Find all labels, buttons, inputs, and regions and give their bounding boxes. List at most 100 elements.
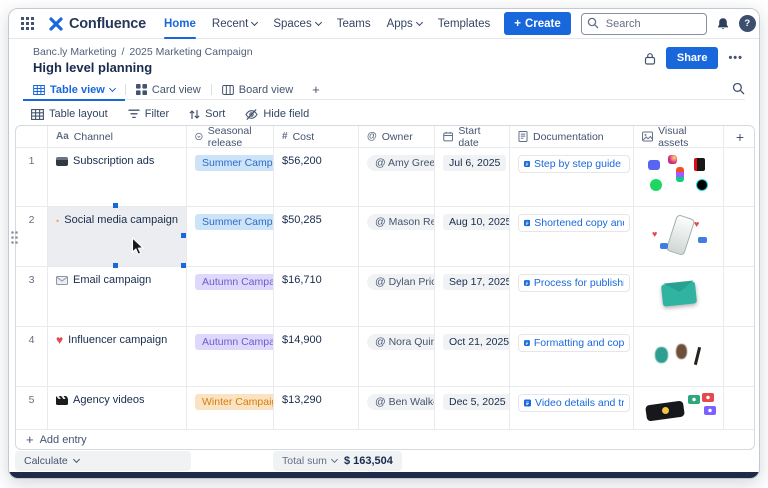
confluence-logo[interactable]: Confluence [48, 16, 146, 32]
nav-home[interactable]: Home [164, 9, 196, 39]
database-table: AaChannel Seasonal release #Cost @Owner … [15, 125, 755, 450]
cell-date[interactable]: Dec 5, 2025 [435, 387, 510, 430]
breadcrumb-space[interactable]: Banc.ly Marketing [33, 46, 116, 58]
calculate-dropdown[interactable]: Calculate [15, 451, 191, 471]
tab-table-view[interactable]: Table view [23, 80, 125, 100]
share-button[interactable]: Share [666, 47, 719, 69]
cell-release[interactable]: Autumn Campaign [187, 327, 274, 387]
nav-spaces[interactable]: Spaces [273, 9, 320, 39]
cell-date[interactable]: Jul 6, 2025 [435, 148, 510, 207]
cell-release[interactable]: Summer Campaign [187, 148, 274, 207]
chevron-down-icon [109, 84, 116, 91]
column-header-start-date[interactable]: Start date [435, 126, 510, 148]
create-button[interactable]: + Create [504, 12, 571, 35]
user-mention: @ Amy Green [367, 155, 435, 171]
user-mention: @ Mason Reed [367, 214, 435, 230]
page-header: Banc.ly Marketing / 2025 Marketing Campa… [9, 39, 759, 79]
hide-field-icon [245, 109, 258, 120]
nav-recent[interactable]: Recent [212, 9, 257, 39]
total-sum-value: $ 163,504 [344, 455, 393, 467]
cell-date[interactable]: Sep 17, 2025 [435, 267, 510, 327]
cell-cost[interactable]: $16,710 [274, 267, 359, 327]
cell-owner[interactable]: @ Nora Quinn [359, 327, 435, 387]
table-toolbar: Table layout Filter Sort Hide field [31, 106, 309, 122]
add-view-button[interactable]: + [303, 82, 329, 97]
cell-cost[interactable]: $14,900 [274, 327, 359, 387]
row-drag-handle[interactable] [10, 230, 19, 245]
column-header-seasonal-release[interactable]: Seasonal release [187, 126, 274, 148]
plus-icon: + [514, 18, 521, 30]
add-column-button[interactable]: + [724, 126, 755, 148]
doc-link[interactable]: Video details and transcript [518, 394, 630, 412]
breadcrumb-page[interactable]: 2025 Marketing Campaign [129, 46, 252, 58]
release-tag: Autumn Campaign [195, 274, 274, 290]
tab-card-view[interactable]: Card view [126, 80, 211, 100]
doc-icon [524, 218, 530, 228]
number-type-icon: # [282, 131, 288, 142]
selection-handle[interactable] [113, 263, 118, 268]
help-icon[interactable]: ? [739, 15, 756, 32]
cell-channel[interactable]: Agency videos [48, 387, 187, 430]
doc-link[interactable]: Process for publishing new con... [518, 274, 630, 292]
cell-empty [724, 267, 755, 327]
add-entry-button[interactable]: + Add entry [16, 430, 755, 449]
global-search [581, 13, 707, 35]
cell-date[interactable]: Aug 10, 2025 [435, 207, 510, 267]
cell-empty [724, 387, 755, 430]
column-header-cost[interactable]: #Cost [274, 126, 359, 148]
nav-teams[interactable]: Teams [337, 9, 371, 39]
more-menu-icon[interactable]: ••• [728, 52, 743, 64]
cell-release[interactable]: Summer Campaign [187, 207, 274, 267]
hide-field-button[interactable]: Hide field [245, 108, 309, 120]
filter-icon [128, 109, 140, 119]
nav-apps[interactable]: Apps [387, 9, 422, 39]
cell-release[interactable]: Autumn Campaign [187, 267, 274, 327]
cell-date[interactable]: Oct 21, 2025 [435, 327, 510, 387]
cell-asset [634, 267, 724, 327]
date-tag: Oct 21, 2025 [443, 334, 510, 350]
table-search-icon[interactable] [732, 82, 745, 95]
selection-handle[interactable] [113, 203, 118, 208]
cell-cost[interactable]: $56,200 [274, 148, 359, 207]
search-input[interactable] [581, 13, 707, 35]
sort-button[interactable]: Sort [189, 108, 225, 120]
column-header-visual-assets[interactable]: Visual assets [634, 126, 724, 148]
notifications-icon[interactable] [716, 17, 730, 31]
cell-channel[interactable]: ♥Influencer campaign [48, 327, 187, 387]
cell-channel[interactable]: Email campaign [48, 267, 187, 327]
selection-handle[interactable] [181, 233, 186, 238]
tab-board-view[interactable]: Board view [212, 80, 303, 100]
column-header-documentation[interactable]: Documentation [510, 126, 634, 148]
selection-handle[interactable] [181, 263, 186, 268]
row-number[interactable]: 5 [16, 387, 48, 430]
page-title: High level planning [33, 60, 152, 75]
filter-button[interactable]: Filter [128, 108, 169, 120]
doc-link[interactable]: Formatting and copy for ad in s... [518, 334, 630, 352]
doc-link[interactable]: Step by step guide to campaig... [518, 155, 630, 173]
app-switcher-icon[interactable] [19, 15, 36, 32]
cell-release[interactable]: Winter Campaign [187, 387, 274, 430]
cell-owner[interactable]: @ Ben Walker [359, 387, 435, 430]
column-header-owner[interactable]: @Owner [359, 126, 435, 148]
chevron-down-icon [331, 456, 338, 463]
cell-owner[interactable]: @ Mason Reed [359, 207, 435, 267]
cell-owner[interactable]: @ Dylan Price [359, 267, 435, 327]
cell-channel-selected[interactable]: Social media campaign [48, 207, 187, 267]
row-number[interactable]: 1 [16, 148, 48, 207]
lock-icon[interactable] [644, 52, 656, 65]
row-number[interactable]: 3 [16, 267, 48, 327]
table-layout-button[interactable]: Table layout [31, 108, 108, 120]
total-sum-control[interactable]: Total sum $ 163,504 [273, 451, 402, 471]
cell-cost[interactable]: $13,290 [274, 387, 359, 430]
cell-channel[interactable]: Subscription ads [48, 148, 187, 207]
cell-owner[interactable]: @ Amy Green [359, 148, 435, 207]
text-type-icon: Aa [56, 131, 69, 142]
nav-templates[interactable]: Templates [438, 9, 490, 39]
row-number[interactable]: 4 [16, 327, 48, 387]
doc-icon [524, 278, 530, 288]
cell-doc: Shortened copy and formatting [510, 207, 634, 267]
row-number[interactable]: 2 [16, 207, 48, 267]
cell-cost[interactable]: $50,285 [274, 207, 359, 267]
doc-link[interactable]: Shortened copy and formatting [518, 214, 630, 232]
column-header-channel[interactable]: AaChannel [48, 126, 187, 148]
